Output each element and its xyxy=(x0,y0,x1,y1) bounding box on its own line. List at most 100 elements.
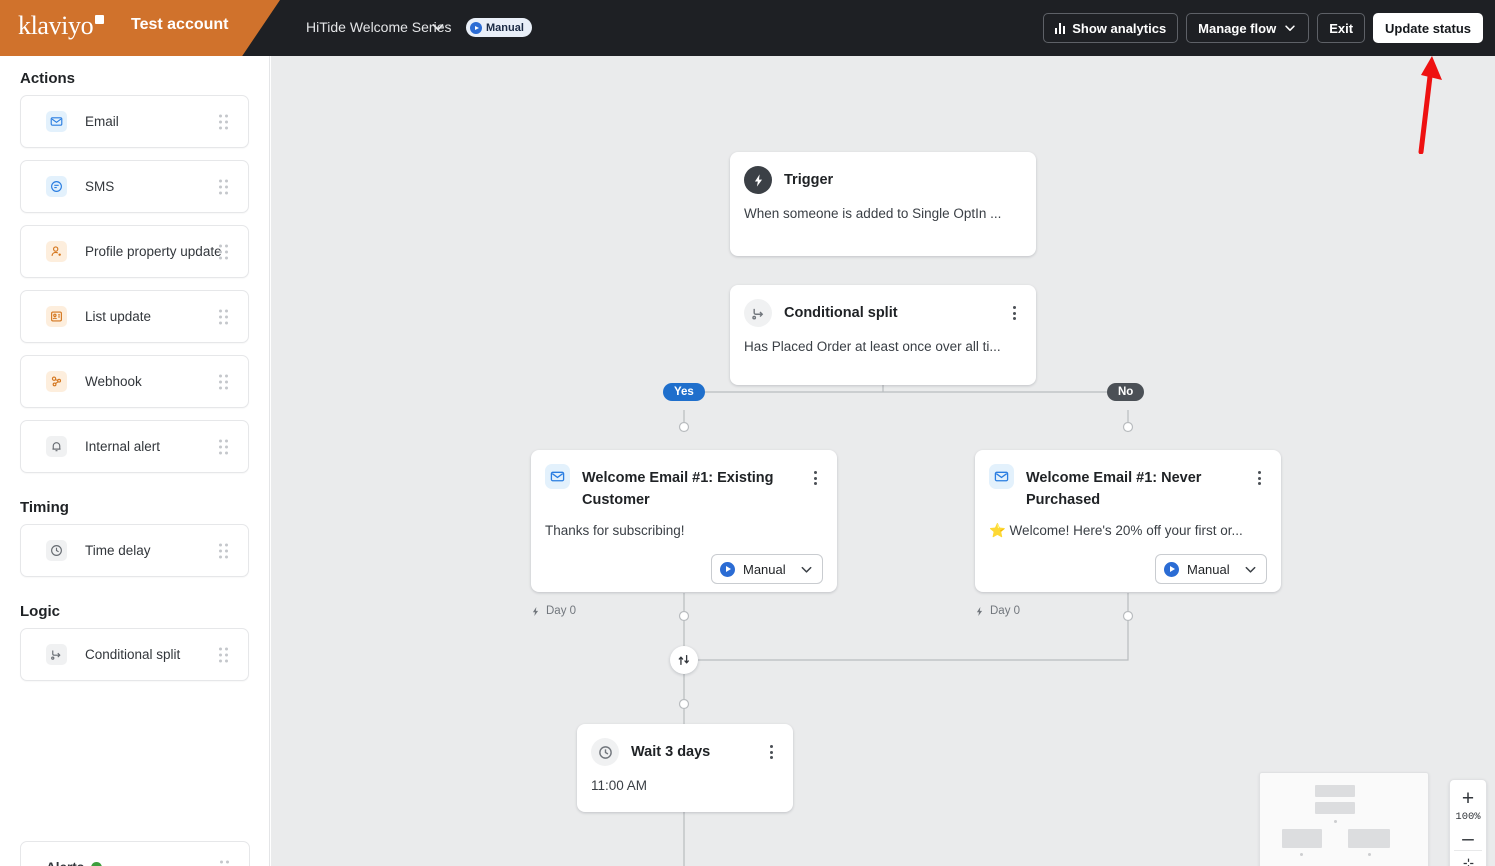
plus-icon: + xyxy=(1462,788,1474,809)
branch-label-yes[interactable]: Yes xyxy=(663,383,705,401)
play-circle-icon xyxy=(1164,562,1179,577)
chevron-down-icon xyxy=(1283,21,1297,35)
node-subtitle: When someone is added to Single OptIn ..… xyxy=(730,194,1036,224)
sidebar-item-internal-alert[interactable]: Internal alert xyxy=(20,420,249,473)
send-mode-value: Manual xyxy=(1187,562,1235,577)
canvas-minimap[interactable] xyxy=(1259,772,1429,866)
more-vertical-icon[interactable] xyxy=(1251,468,1267,488)
bell-icon xyxy=(46,436,67,457)
flow-status-badge[interactable]: Manual xyxy=(466,18,532,37)
crosshair-icon xyxy=(1462,857,1475,866)
top-header-bar: klaviyo Test account HiTide Welcome Seri… xyxy=(0,0,1495,56)
drag-handle-icon[interactable] xyxy=(219,179,230,194)
drag-handle-icon[interactable] xyxy=(220,860,231,866)
manage-flow-button[interactable]: Manage flow xyxy=(1186,13,1309,43)
sidebar-section-title-logic: Logic xyxy=(0,589,269,628)
klaviyo-logo[interactable]: klaviyo xyxy=(18,11,104,41)
node-day-label: Day 0 xyxy=(530,605,576,617)
exit-label: Exit xyxy=(1329,21,1353,36)
minimap-node xyxy=(1315,802,1355,814)
merge-paths-icon xyxy=(677,653,691,667)
components-sidebar: Actions Email SMS Profile property updat… xyxy=(0,56,270,866)
sidebar-item-conditional-split[interactable]: Conditional split xyxy=(20,628,249,681)
node-title: Welcome Email #1: Never Purchased xyxy=(1026,464,1251,511)
node-header: Trigger xyxy=(730,152,1036,194)
more-vertical-icon[interactable] xyxy=(1006,303,1022,323)
branch-label-no[interactable]: No xyxy=(1107,383,1144,401)
sidebar-item-list-update[interactable]: List update xyxy=(20,290,249,343)
lightning-bolt-icon xyxy=(974,606,985,617)
sidebar-item-sms[interactable]: SMS xyxy=(20,160,249,213)
minimap-connector-dot xyxy=(1300,853,1303,856)
sidebar-item-time-delay[interactable]: Time delay xyxy=(20,524,249,577)
minimap-node xyxy=(1282,829,1322,848)
more-vertical-icon[interactable] xyxy=(763,742,779,762)
zoom-out-button[interactable]: – xyxy=(1449,826,1487,850)
sidebar-section-title-actions: Actions xyxy=(0,56,269,95)
minimap-node xyxy=(1315,785,1355,797)
lightning-bolt-icon xyxy=(530,606,541,617)
drag-handle-icon[interactable] xyxy=(219,114,230,129)
sidebar-item-label: Conditional split xyxy=(85,647,180,662)
send-mode-value: Manual xyxy=(743,562,791,577)
bar-chart-icon xyxy=(1055,23,1066,34)
drag-handle-icon[interactable] xyxy=(219,543,230,558)
send-mode-select[interactable]: Manual xyxy=(711,554,823,584)
minus-icon: – xyxy=(1462,828,1474,849)
branch-label-text: Yes xyxy=(674,386,694,398)
merge-node[interactable] xyxy=(670,646,698,674)
envelope-icon xyxy=(989,464,1014,489)
flow-node-conditional-split[interactable]: Conditional split Has Placed Order at le… xyxy=(730,285,1036,385)
update-status-button[interactable]: Update status xyxy=(1373,13,1483,43)
drag-handle-icon[interactable] xyxy=(219,374,230,389)
clock-icon xyxy=(591,738,619,766)
drag-handle-icon[interactable] xyxy=(219,244,230,259)
status-badge-label: Manual xyxy=(486,22,524,34)
show-analytics-button[interactable]: Show analytics xyxy=(1043,13,1178,43)
envelope-icon xyxy=(46,111,67,132)
drag-handle-icon[interactable] xyxy=(219,309,230,324)
more-vertical-icon[interactable] xyxy=(807,468,823,488)
node-day-label: Day 0 xyxy=(974,605,1020,617)
drag-handle-icon[interactable] xyxy=(219,439,230,454)
sidebar-item-label: SMS xyxy=(85,179,114,194)
flow-node-wait-3-days[interactable]: Wait 3 days 11:00 AM xyxy=(577,724,793,812)
alerts-label: Alerts xyxy=(46,860,84,866)
minimap-connector-dot xyxy=(1334,820,1337,823)
sidebar-item-email[interactable]: Email xyxy=(20,95,249,148)
send-mode-select[interactable]: Manual xyxy=(1155,554,1267,584)
sidebar-item-webhook[interactable]: Webhook xyxy=(20,355,249,408)
zoom-level-label: 100% xyxy=(1455,810,1480,826)
day-label-text: Day 0 xyxy=(990,605,1020,617)
show-analytics-label: Show analytics xyxy=(1072,21,1166,36)
flow-node-email-existing-customer[interactable]: Welcome Email #1: Existing Customer Than… xyxy=(531,450,837,592)
exit-button[interactable]: Exit xyxy=(1317,13,1365,43)
split-icon xyxy=(46,644,67,665)
fit-view-button[interactable] xyxy=(1449,851,1487,866)
chevron-down-icon xyxy=(799,562,814,577)
flow-node-email-never-purchased[interactable]: Welcome Email #1: Never Purchased ⭐ Welc… xyxy=(975,450,1281,592)
day-label-text: Day 0 xyxy=(546,605,576,617)
chat-bubble-icon xyxy=(46,176,67,197)
alerts-card[interactable]: Alerts xyxy=(20,841,250,866)
node-subtitle: 11:00 AM xyxy=(577,766,793,796)
flow-canvas[interactable]: Trigger When someone is added to Single … xyxy=(271,56,1495,866)
sidebar-item-profile-property-update[interactable]: Profile property update xyxy=(20,225,249,278)
node-title: Trigger xyxy=(784,166,1022,191)
flow-node-trigger[interactable]: Trigger When someone is added to Single … xyxy=(730,152,1036,256)
zoom-in-button[interactable]: + xyxy=(1449,786,1487,810)
node-subtitle: Thanks for subscribing! xyxy=(531,511,837,541)
node-header: Conditional split xyxy=(730,285,1036,327)
lightning-bolt-icon xyxy=(744,166,772,194)
klaviyo-flag-icon xyxy=(95,15,104,24)
node-header: Welcome Email #1: Never Purchased xyxy=(975,450,1281,511)
node-title: Wait 3 days xyxy=(631,738,763,763)
update-status-label: Update status xyxy=(1385,21,1471,36)
chevron-down-icon[interactable] xyxy=(430,19,446,35)
drag-handle-icon[interactable] xyxy=(219,647,230,662)
status-badge xyxy=(91,862,102,866)
flow-builder-screen: klaviyo Test account HiTide Welcome Seri… xyxy=(0,0,1495,866)
list-card-icon xyxy=(46,306,67,327)
node-footer: Manual xyxy=(531,541,837,598)
sidebar-item-label: Email xyxy=(85,114,119,129)
